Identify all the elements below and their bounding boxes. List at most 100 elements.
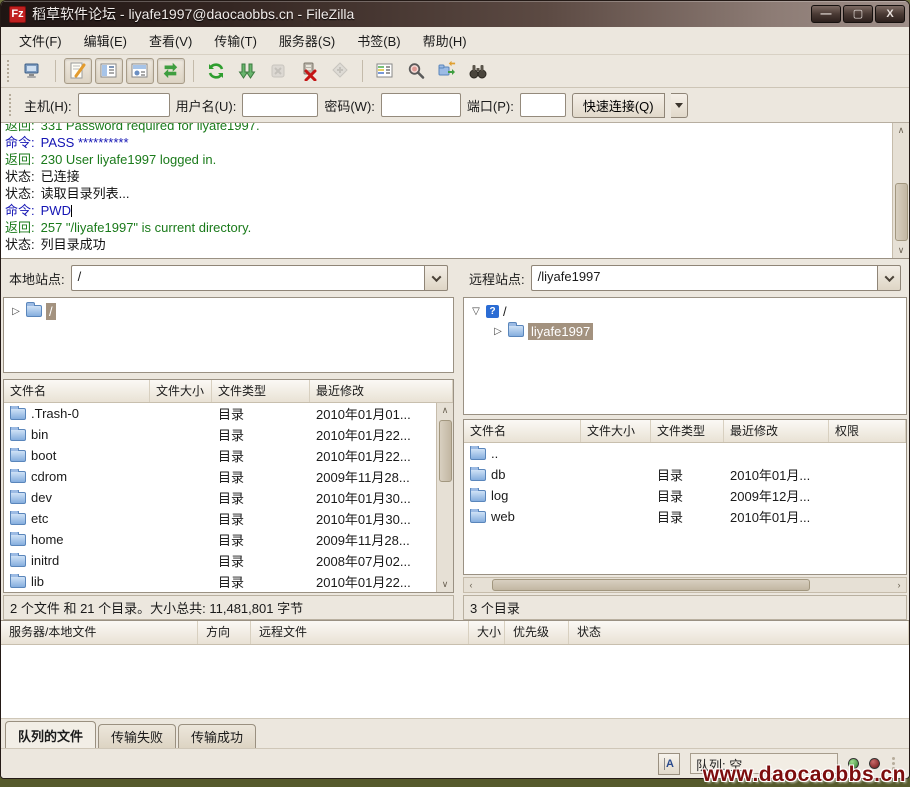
column-header-name[interactable]: 文件名: [464, 420, 581, 442]
username-input[interactable]: [242, 93, 318, 117]
remote-site-value[interactable]: /liyafe1997: [531, 265, 877, 291]
local-list-scrollbar[interactable]: ∧ ∨: [436, 403, 453, 592]
transfer-queue-icon: [161, 61, 181, 81]
file-row[interactable]: initrd目录2008年07月02...: [4, 550, 436, 571]
quickconnect-dropdown-button[interactable]: [671, 93, 688, 118]
file-row[interactable]: .Trash-0目录2010年01月01...: [4, 403, 436, 424]
column-header-name[interactable]: 文件名: [4, 380, 150, 402]
password-input[interactable]: [381, 93, 461, 117]
log-scrollbar[interactable]: ∧ ∨: [892, 123, 909, 258]
port-input[interactable]: [520, 93, 566, 117]
local-scroll-thumb[interactable]: [439, 420, 452, 482]
folder-icon: [10, 492, 26, 504]
remote-tree-child-label[interactable]: liyafe1997: [528, 323, 593, 340]
maximize-button[interactable]: ▢: [843, 5, 873, 23]
toggle-local-tree-button[interactable]: [95, 58, 123, 84]
file-row[interactable]: cdrom目录2009年11月28...: [4, 466, 436, 487]
remote-horizontal-scrollbar[interactable]: ‹ ›: [463, 577, 907, 593]
local-site-dropdown-button[interactable]: [424, 265, 448, 291]
directory-comparison-button[interactable]: [371, 58, 399, 84]
remote-tree-root[interactable]: ▽ ? /: [466, 301, 904, 321]
scroll-right-icon[interactable]: ›: [892, 580, 906, 590]
synchronized-browsing-button[interactable]: [433, 58, 461, 84]
menu-server[interactable]: 服务器(S): [269, 27, 345, 54]
remote-tree-root-label[interactable]: /: [503, 304, 507, 319]
queue-column-remote-file[interactable]: 远程文件: [251, 621, 469, 644]
remote-pane: 远程站点: /liyafe1997 ▽ ? / ▷ liyafe1997: [461, 259, 909, 620]
menu-help[interactable]: 帮助(H): [413, 27, 477, 54]
folder-icon: [10, 555, 26, 567]
menu-transfer[interactable]: 传输(T): [204, 27, 267, 54]
file-row[interactable]: boot目录2010年01月22...: [4, 445, 436, 466]
queue-column-server-local[interactable]: 服务器/本地文件: [1, 621, 198, 644]
menu-bar: 文件(F) 编辑(E) 查看(V) 传输(T) 服务器(S) 书签(B) 帮助(…: [1, 27, 909, 55]
close-button[interactable]: X: [875, 5, 905, 23]
log-line: 命令:PWD: [5, 202, 888, 219]
column-header-modified[interactable]: 最近修改: [310, 380, 453, 402]
local-list-header: 文件名 文件大小 文件类型 最近修改: [4, 380, 453, 403]
file-search-button[interactable]: [464, 58, 492, 84]
scroll-down-icon[interactable]: ∨: [438, 577, 453, 592]
tab-successful-transfers[interactable]: 传输成功: [178, 724, 256, 748]
toggle-transfer-queue-button[interactable]: [157, 58, 185, 84]
file-row[interactable]: dev目录2010年01月30...: [4, 487, 436, 508]
file-row[interactable]: home目录2009年11月28...: [4, 529, 436, 550]
filename-filters-button[interactable]: [402, 58, 430, 84]
expander-expanded-icon[interactable]: ▽: [470, 306, 482, 317]
cancel-operation-button[interactable]: [264, 58, 292, 84]
remote-site-dropdown-button[interactable]: [877, 265, 901, 291]
remote-tree-child[interactable]: ▷ liyafe1997: [466, 321, 904, 341]
scroll-up-icon[interactable]: ∧: [894, 123, 909, 138]
queue-column-status[interactable]: 状态: [569, 621, 909, 644]
scroll-left-icon[interactable]: ‹: [464, 580, 478, 590]
minimize-button[interactable]: —: [811, 5, 841, 23]
binoculars-icon: [468, 61, 488, 81]
tab-failed-transfers[interactable]: 传输失败: [98, 724, 176, 748]
file-row[interactable]: ..: [464, 443, 906, 464]
menu-bookmarks[interactable]: 书签(B): [347, 27, 410, 54]
expander-collapsed-icon[interactable]: ▷: [10, 306, 22, 317]
menu-file[interactable]: 文件(F): [9, 27, 72, 54]
scroll-down-icon[interactable]: ∨: [894, 243, 909, 258]
file-row[interactable]: log目录2009年12月...: [464, 485, 906, 506]
reconnect-button[interactable]: [326, 58, 354, 84]
queue-column-size[interactable]: 大小: [469, 621, 505, 644]
local-tree-root-label[interactable]: /: [46, 303, 56, 320]
local-site-value[interactable]: /: [71, 265, 424, 291]
scroll-up-icon[interactable]: ∧: [438, 403, 453, 418]
toggle-message-log-button[interactable]: [64, 58, 92, 84]
queue-column-direction[interactable]: 方向: [198, 621, 251, 644]
message-log: 返回:331 Password required for liyafe1997.…: [1, 123, 909, 259]
menu-edit[interactable]: 编辑(E): [74, 27, 137, 54]
file-row[interactable]: bin目录2010年01月22...: [4, 424, 436, 445]
column-header-size[interactable]: 文件大小: [150, 380, 212, 402]
remote-site-label: 远程站点:: [469, 269, 525, 288]
remote-hscroll-thumb[interactable]: [492, 579, 810, 591]
column-header-permissions[interactable]: 权限: [829, 420, 906, 442]
file-row[interactable]: etc目录2010年01月30...: [4, 508, 436, 529]
window-title: 稻草软件论坛 - liyafe1997@daocaobbs.cn - FileZ…: [32, 4, 811, 24]
transfer-type-indicator[interactable]: A: [658, 753, 680, 775]
remote-site-combo[interactable]: /liyafe1997: [531, 265, 901, 291]
disconnect-button[interactable]: [295, 58, 323, 84]
file-row[interactable]: db目录2010年01月...: [464, 464, 906, 485]
column-header-modified[interactable]: 最近修改: [724, 420, 829, 442]
local-site-combo[interactable]: /: [71, 265, 448, 291]
log-scroll-thumb[interactable]: [895, 183, 908, 241]
column-header-type[interactable]: 文件类型: [651, 420, 724, 442]
local-tree-root[interactable]: ▷ /: [6, 301, 451, 321]
host-input[interactable]: [78, 93, 170, 117]
toggle-remote-tree-button[interactable]: [126, 58, 154, 84]
column-header-type[interactable]: 文件类型: [212, 380, 310, 402]
queue-column-priority[interactable]: 优先级: [505, 621, 569, 644]
site-manager-button[interactable]: [19, 58, 47, 84]
expander-collapsed-icon[interactable]: ▷: [492, 326, 504, 337]
process-queue-button[interactable]: [233, 58, 261, 84]
file-row[interactable]: lib目录2010年01月22...: [4, 571, 436, 592]
tab-queued-files[interactable]: 队列的文件: [5, 721, 96, 748]
file-row[interactable]: web目录2010年01月...: [464, 506, 906, 527]
column-header-size[interactable]: 文件大小: [581, 420, 651, 442]
quickconnect-button[interactable]: 快速连接(Q): [572, 93, 665, 118]
refresh-button[interactable]: [202, 58, 230, 84]
menu-view[interactable]: 查看(V): [139, 27, 202, 54]
